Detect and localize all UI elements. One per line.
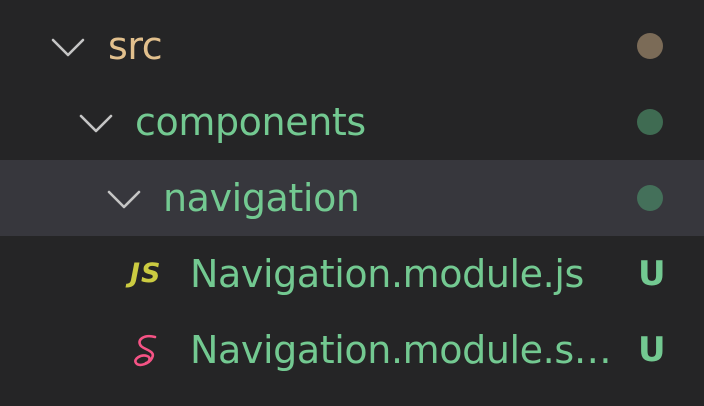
- git-status-badge: U: [638, 330, 666, 370]
- tree-file-navigation-module-scss[interactable]: Navigation.module.s… U: [0, 312, 704, 388]
- javascript-file-icon: JS: [130, 258, 162, 289]
- modified-dot-icon: [637, 33, 663, 59]
- chevron-down-icon[interactable]: [106, 181, 142, 217]
- folder-label: navigation: [163, 176, 360, 220]
- file-explorer-tree: src components navigation JS Navigation.…: [0, 0, 704, 406]
- chevron-down-icon[interactable]: [78, 105, 114, 141]
- untracked-dot-icon: [637, 109, 663, 135]
- folder-label: src: [108, 24, 163, 68]
- git-status-badge: U: [638, 254, 666, 294]
- chevron-down-icon[interactable]: [50, 29, 86, 65]
- tree-folder-navigation[interactable]: navigation: [0, 160, 704, 236]
- tree-file-navigation-module-js[interactable]: JS Navigation.module.js U: [0, 236, 704, 312]
- tree-folder-components[interactable]: components: [0, 84, 704, 160]
- sass-file-icon: [134, 334, 157, 367]
- file-label: Navigation.module.js: [190, 252, 584, 296]
- untracked-dot-icon: [637, 185, 663, 211]
- folder-label: components: [135, 100, 366, 144]
- file-label: Navigation.module.s…: [190, 328, 612, 372]
- tree-folder-src[interactable]: src: [0, 8, 704, 84]
